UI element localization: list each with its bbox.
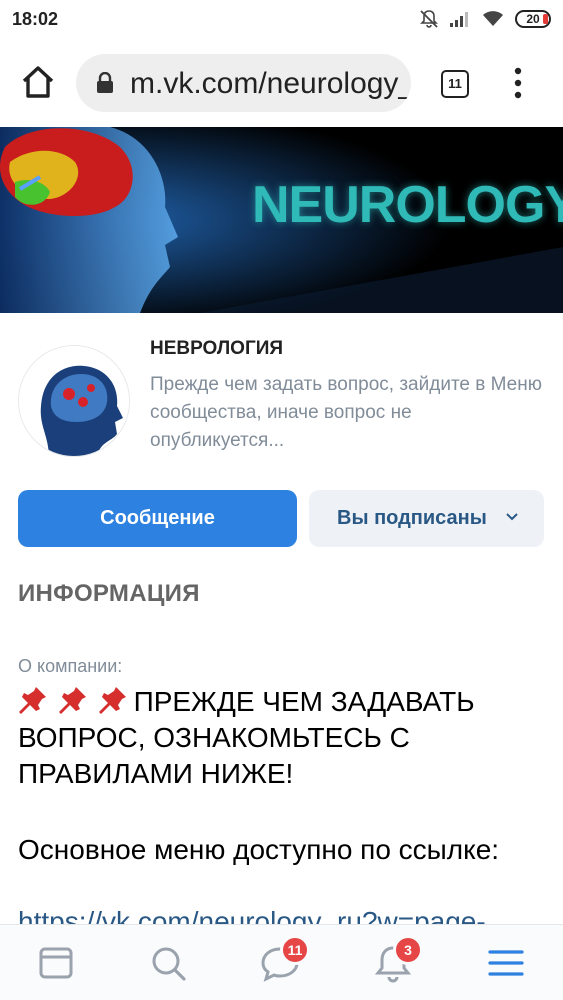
nav-notifications[interactable]: 3 xyxy=(371,935,423,985)
home-button[interactable] xyxy=(18,62,58,102)
subscribed-label: Вы подписаны xyxy=(337,507,487,529)
message-button[interactable]: Сообщение xyxy=(18,490,297,547)
messages-badge: 11 xyxy=(280,935,310,965)
wifi-icon xyxy=(483,11,503,26)
tabs-button[interactable]: 11 xyxy=(441,70,469,98)
menu-text: Основное меню доступно по ссылке: xyxy=(18,834,500,865)
feed-icon xyxy=(39,947,73,979)
subscribed-button[interactable]: Вы подписаны xyxy=(309,490,544,547)
avatar-head-illustration xyxy=(19,346,129,456)
pushpin-icon xyxy=(19,687,46,714)
tab-count: 11 xyxy=(448,76,462,91)
status-icons: 20 xyxy=(419,9,551,29)
bottom-nav: 11 3 xyxy=(0,924,563,1000)
status-time: 18:02 xyxy=(12,9,59,29)
pushpin-icon xyxy=(58,687,86,714)
group-status: Прежде чем задать вопрос, зайдите в Меню… xyxy=(150,374,542,451)
group-name: НЕВРОЛОГИЯ xyxy=(150,338,284,359)
home-icon xyxy=(22,66,54,98)
notifications-badge: 3 xyxy=(393,935,423,965)
group-cover: NEUROLOGY xyxy=(0,127,563,313)
signal-icon xyxy=(450,12,468,27)
menu-icon xyxy=(488,950,524,976)
address-bar[interactable]: m.vk.com/neurology_ru xyxy=(76,54,411,112)
cover-title: NEUROLOGY xyxy=(252,176,563,234)
pushpins xyxy=(18,684,130,720)
about-label: О компании: xyxy=(18,656,123,676)
battery-level: 20 xyxy=(526,12,540,26)
browser-menu-button[interactable] xyxy=(508,66,528,100)
lock-icon xyxy=(97,72,113,93)
mute-bell-icon xyxy=(420,10,438,28)
nav-messages[interactable]: 11 xyxy=(258,935,310,985)
more-vertical-icon xyxy=(514,67,522,99)
nav-feed[interactable] xyxy=(34,941,78,985)
pushpin-icon xyxy=(98,687,126,714)
status-bar: 18:02 20 xyxy=(0,0,563,40)
browser-toolbar: m.vk.com/neurology_ru 11 xyxy=(0,40,563,126)
about-text: ПРЕЖДЕ ЧЕМ ЗАДАВАТЬ ВОПРОС, ОЗНАКОМЬТЕСЬ… xyxy=(18,684,548,792)
search-icon xyxy=(152,947,186,981)
nav-menu[interactable] xyxy=(484,941,528,985)
url-text: m.vk.com/neurology_ru xyxy=(130,67,411,100)
info-heading: ИНФОРМАЦИЯ xyxy=(18,580,200,607)
nav-search[interactable] xyxy=(146,941,190,985)
chevron-down-icon xyxy=(506,513,518,521)
battery-icon: 20 xyxy=(515,10,551,28)
group-avatar[interactable] xyxy=(18,345,130,457)
